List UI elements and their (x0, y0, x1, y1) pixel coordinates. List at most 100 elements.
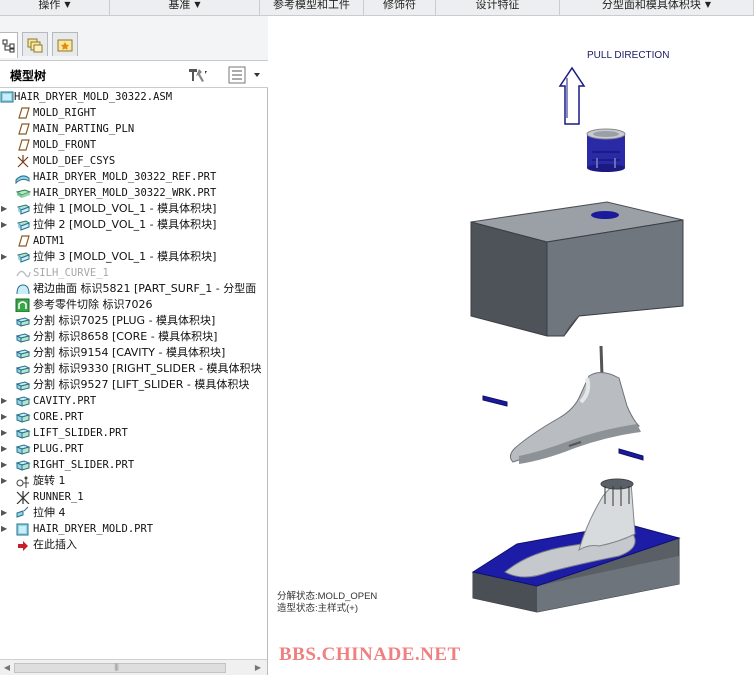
tree-item-label: 参考零件切除 标识7026 (33, 298, 153, 311)
watermark-text: BBS.CHINADE.NET (279, 644, 461, 665)
tree-item[interactable]: 分割 标识8658 [CORE - 模具体积块] (0, 329, 267, 345)
tree-item-label: MOLD_FRONT (33, 139, 97, 151)
tree-item[interactable]: ▶ 拉伸 1 [MOLD_VOL_1 - 模具体积块] (0, 201, 267, 217)
chevron-down-icon: ▼ (704, 0, 712, 9)
tree-item-label: RUNNER_1 (33, 491, 84, 503)
tree-item[interactable]: 分割 标识9527 [LIFT_SLIDER - 模具体积块 (0, 377, 267, 393)
part-icon (15, 426, 31, 440)
cavity-part[interactable] (470, 201, 684, 337)
tree-item[interactable]: 分割 标识9330 [RIGHT_SLIDER - 模具体积块 (0, 361, 267, 377)
menu-item-3[interactable]: 修饰符 (364, 0, 436, 15)
extrude-small-icon (15, 506, 31, 520)
horizontal-scrollbar[interactable]: ◀ ||| ▶ (0, 659, 267, 675)
tree-item[interactable]: 分割 标识9154 [CAVITY - 模具体积块] (0, 345, 267, 361)
tree-item[interactable]: ▶ CAVITY.PRT (0, 393, 267, 409)
tree-item-label: 在此插入 (33, 538, 77, 551)
tree-item-label: HAIR_DRYER_MOLD.PRT (33, 523, 154, 535)
tree-item[interactable]: ▶ CORE.PRT (0, 409, 267, 425)
expand-arrow-icon[interactable]: ▶ (1, 396, 9, 406)
tree-item-label: 拉伸 4 (33, 506, 66, 519)
menu-item-4[interactable]: 设计特征 (436, 0, 560, 15)
tree-item-label: HAIR_DRYER_MOLD_30322_WRK.PRT (33, 187, 217, 199)
menu-item-label: 参考模型和工件 (273, 0, 350, 11)
datum-plane-icon (15, 122, 31, 136)
favorites-tab[interactable] (52, 32, 78, 56)
tree-item-label: HAIR_DRYER_MOLD_30322.ASM (14, 91, 173, 103)
menu-item-2[interactable]: 参考模型和工件 (260, 0, 364, 15)
expand-arrow-icon[interactable]: ▶ (1, 428, 9, 438)
expand-arrow-icon[interactable]: ▶ (1, 524, 9, 534)
tree-item-label: 旋转 1 (33, 474, 66, 487)
tree-settings-button[interactable] (186, 65, 208, 85)
tree-item[interactable]: 分割 标识7025 [PLUG - 模具体积块] (0, 313, 267, 329)
tree-item[interactable]: 裙边曲面 标识5821 [PART_SURF_1 - 分型面 (0, 281, 267, 297)
tree-item-label: 分割 标识7025 [PLUG - 模具体积块] (33, 314, 216, 327)
tree-item[interactable]: ▶ LIFT_SLIDER.PRT (0, 425, 267, 441)
expand-arrow-icon[interactable]: ▶ (1, 508, 9, 518)
expand-arrow-icon[interactable]: ▶ (1, 204, 9, 214)
menu-item-label: 分型面和模具体积块 (601, 0, 701, 11)
lift-slider-part[interactable] (618, 448, 644, 461)
part-icon (15, 442, 31, 456)
scroll-thumb[interactable] (14, 663, 226, 673)
split-icon (15, 330, 31, 344)
tree-item[interactable]: MAIN_PARTING_PLN (0, 121, 267, 137)
tree-item[interactable]: SILH_CURVE_1 (0, 265, 267, 281)
tree-item[interactable]: ▶ 拉伸 2 [MOLD_VOL_1 - 模具体积块] (0, 217, 267, 233)
right-slider-part[interactable] (482, 395, 508, 407)
tree-item[interactable]: 参考零件切除 标识7026 (0, 297, 267, 313)
tree-item[interactable]: 在此插入 (0, 537, 267, 553)
tree-item-label: MOLD_RIGHT (33, 107, 97, 119)
tree-item[interactable]: MOLD_FRONT (0, 137, 267, 153)
layers-tab[interactable] (22, 32, 48, 56)
expand-arrow-icon[interactable]: ▶ (1, 460, 9, 470)
menu-bar: 操作 ▼ 基准 ▼ 参考模型和工件 修饰符 设计特征 分型面和模具体积块 ▼ (0, 0, 754, 16)
tree-item[interactable]: RUNNER_1 (0, 489, 267, 505)
extrude-icon (15, 202, 31, 216)
expand-arrow-icon[interactable]: ▶ (1, 412, 9, 422)
tree-item[interactable]: ▶ 拉伸 4 (0, 505, 267, 521)
show-menu-button[interactable] (228, 65, 260, 85)
pull-direction-arrow-icon (558, 66, 586, 125)
tree-item[interactable]: MOLD_DEF_CSYS (0, 153, 267, 169)
extrude-icon (15, 218, 31, 232)
expand-arrow-icon[interactable]: ▶ (1, 476, 9, 486)
tree-item-label: 裙边曲面 标识5821 [PART_SURF_1 - 分型面 (33, 282, 257, 295)
model-tree-header: 模型树 (0, 60, 268, 88)
expand-arrow-icon[interactable]: ▶ (1, 444, 9, 454)
expand-arrow-icon[interactable]: ▶ (1, 220, 9, 230)
tree-item-label: RIGHT_SLIDER.PRT (33, 459, 135, 471)
tree-item[interactable]: HAIR_DRYER_MOLD_30322_REF.PRT (0, 169, 267, 185)
core-part[interactable] (471, 478, 681, 613)
graphics-window[interactable]: PULL DIRECTION 分解状态:MOLD_OPEN 造型状态:主样式(+… (269, 16, 754, 675)
model-tree-tab[interactable] (0, 32, 18, 58)
layers-icon (27, 38, 43, 52)
menu-item-label: 设计特征 (475, 0, 520, 11)
tree-item-label: PLUG.PRT (33, 443, 84, 455)
tree-item[interactable]: MOLD_RIGHT (0, 105, 267, 121)
expand-arrow-icon[interactable]: ▶ (1, 252, 9, 262)
scroll-left-icon[interactable]: ◀ (1, 662, 13, 674)
scroll-right-icon[interactable]: ▶ (252, 662, 264, 674)
molded-part[interactable] (509, 345, 641, 464)
tree-item[interactable]: ▶ 拉伸 3 [MOLD_VOL_1 - 模具体积块] (0, 249, 267, 265)
tree-item-label: HAIR_DRYER_MOLD_30322_REF.PRT (33, 171, 217, 183)
refcut-icon (15, 298, 31, 313)
menu-item-1[interactable]: 基准 ▼ (110, 0, 260, 15)
tree-item[interactable]: ▶ RIGHT_SLIDER.PRT (0, 457, 267, 473)
tree-item[interactable]: ▶ PLUG.PRT (0, 441, 267, 457)
tree-item[interactable]: ▶ 旋转 1 (0, 473, 267, 489)
menu-item-0[interactable]: 操作 ▼ (0, 0, 110, 15)
ref-part-icon (15, 170, 31, 185)
tree-item[interactable]: ADTM1 (0, 233, 267, 249)
menu-item-label: 修饰符 (383, 0, 416, 11)
tree-item[interactable]: HAIR_DRYER_MOLD_30322.ASM (0, 89, 267, 105)
list-dropdown-icon (228, 66, 260, 84)
split-icon (15, 378, 31, 392)
menu-item-5[interactable]: 分型面和模具体积块 ▼ (560, 0, 754, 15)
tree-item[interactable]: HAIR_DRYER_MOLD_30322_WRK.PRT (0, 185, 267, 201)
tree-item-label: CAVITY.PRT (33, 395, 97, 407)
plug-part[interactable] (586, 128, 626, 172)
tree-item[interactable]: ▶ HAIR_DRYER_MOLD.PRT (0, 521, 267, 537)
tree-icon (2, 39, 14, 52)
